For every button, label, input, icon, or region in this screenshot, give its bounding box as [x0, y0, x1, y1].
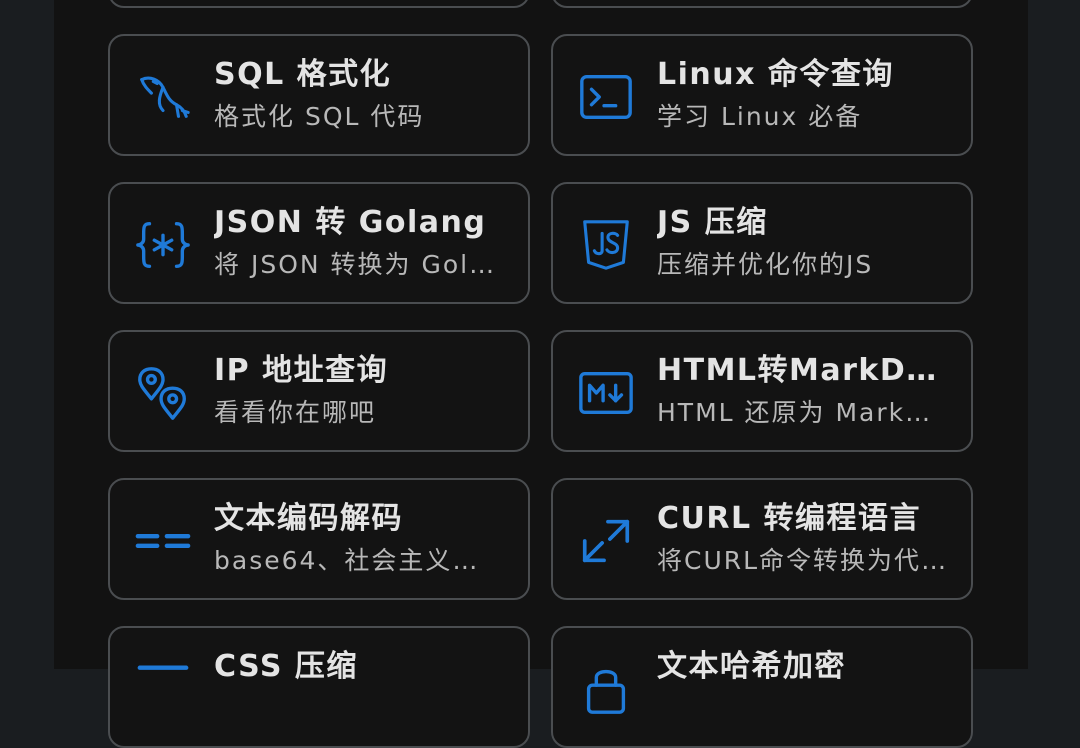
tool-desc: 将 JSON 转换为 Golang [214, 250, 504, 279]
tool-card-js-minify[interactable]: JS 压缩 压缩并优化你的JS [551, 182, 973, 304]
terminal-icon [577, 68, 635, 126]
tool-desc: 格式化 SQL 代码 [214, 102, 425, 131]
tool-card-json-to-golang[interactable]: JSON 转 Golang 将 JSON 转换为 Golang [108, 182, 530, 304]
tool-title: JS 压缩 [657, 205, 768, 240]
tool-title: IP 地址查询 [214, 353, 389, 388]
tool-card-partial-right[interactable] [551, 0, 973, 8]
tool-desc: 看看你在哪吧 [214, 398, 377, 427]
tool-desc: HTML 还原为 MarkDown [657, 398, 947, 427]
tool-title: Linux 命令查询 [657, 57, 894, 92]
tool-title: SQL 格式化 [214, 57, 392, 92]
js-shield-icon [577, 216, 635, 274]
tool-title: 文本编码解码 [214, 501, 403, 536]
swap-arrows-icon [577, 512, 635, 570]
tool-desc: 学习 Linux 必备 [657, 102, 863, 131]
tool-card-text-codec[interactable]: 文本编码解码 base64、社会主义编码等 [108, 478, 530, 600]
tool-card-css-minify[interactable]: CSS 压缩 [108, 626, 530, 748]
tool-title: CSS 压缩 [214, 649, 358, 684]
tool-title: HTML转MarkDown [657, 353, 947, 388]
tool-card-text-hash[interactable]: 文本哈希加密 [551, 626, 973, 748]
tool-card-linux-commands[interactable]: Linux 命令查询 学习 Linux 必备 [551, 34, 973, 156]
equals-icon [134, 512, 192, 570]
map-pins-icon [134, 364, 192, 422]
tool-card-ip-lookup[interactable]: IP 地址查询 看看你在哪吧 [108, 330, 530, 452]
tool-card-html-to-markdown[interactable]: HTML转MarkDown HTML 还原为 MarkDown [551, 330, 973, 452]
tool-card-sql-format[interactable]: SQL 格式化 格式化 SQL 代码 [108, 34, 530, 156]
tool-title: CURL 转编程语言 [657, 501, 922, 536]
markdown-icon [577, 364, 635, 422]
mysql-dolphin-icon [134, 68, 192, 126]
tool-desc: 压缩并优化你的JS [657, 250, 874, 279]
tool-card-curl-to-code[interactable]: CURL 转编程语言 将CURL命令转换为代码 [551, 478, 973, 600]
tool-card-partial-left[interactable] [108, 0, 530, 8]
json-braces-icon [134, 216, 192, 274]
tool-title: JSON 转 Golang [214, 205, 487, 240]
tool-title: 文本哈希加密 [657, 649, 846, 684]
tool-desc: 将CURL命令转换为代码 [657, 546, 947, 575]
tool-desc: base64、社会主义编码等 [214, 546, 504, 575]
